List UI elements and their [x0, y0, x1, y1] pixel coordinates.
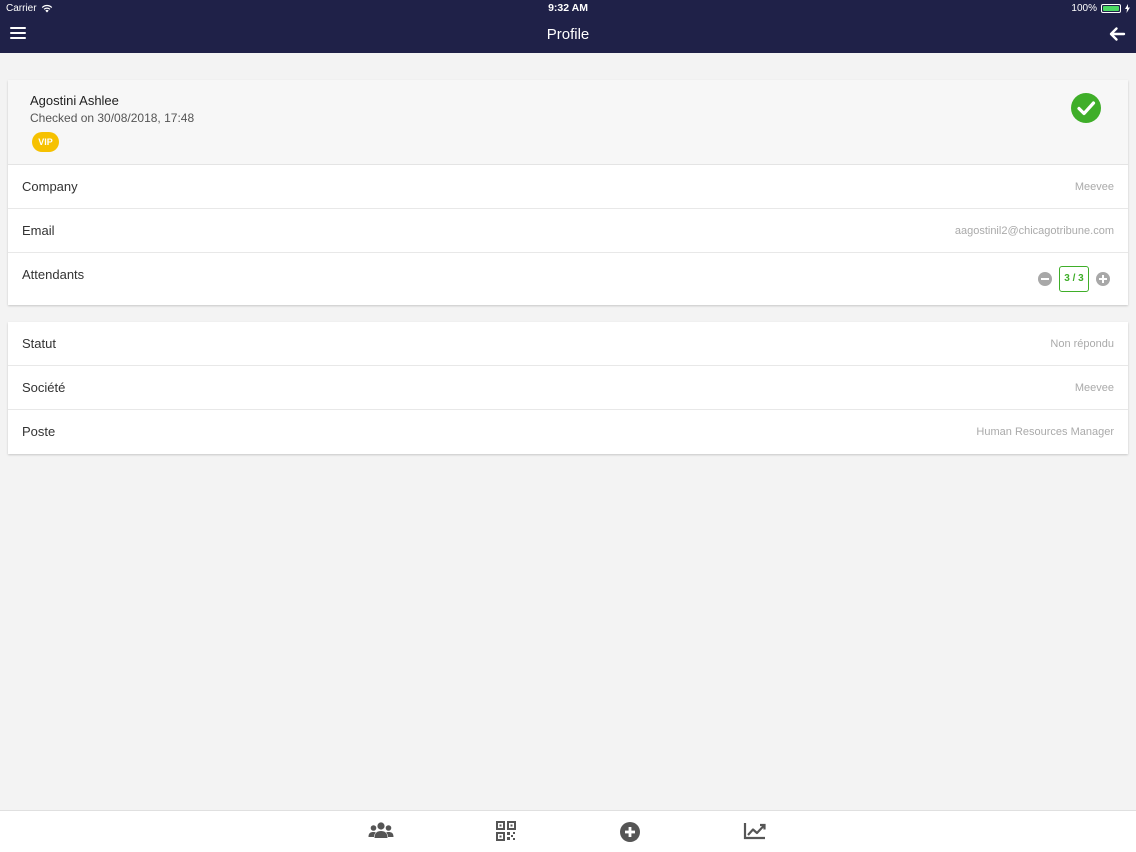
- attendants-count: 3 / 3: [1059, 266, 1089, 292]
- battery-info: 100%: [1071, 0, 1130, 17]
- email-row: Email aagostinil2@chicagotribune.com: [8, 209, 1128, 253]
- navigation-bar: Profile: [0, 17, 1136, 53]
- check-circle-icon[interactable]: [1071, 93, 1101, 123]
- increment-button[interactable]: [1096, 272, 1110, 286]
- bottom-tab-bar: [0, 810, 1136, 852]
- attendants-stepper: 3 / 3: [1038, 266, 1110, 292]
- attendants-label: Attendants: [22, 267, 85, 282]
- plus-circle-icon[interactable]: [619, 821, 645, 843]
- profile-header: Agostini Ashlee Checked on 30/08/2018, 1…: [8, 80, 1128, 165]
- checked-timestamp: Checked on 30/08/2018, 17:48: [30, 111, 195, 125]
- charging-icon: [1125, 4, 1130, 13]
- statut-row: Statut Non répondu: [8, 322, 1128, 366]
- profile-card: Agostini Ashlee Checked on 30/08/2018, 1…: [8, 80, 1128, 305]
- societe-row: Société Meevee: [8, 366, 1128, 410]
- fields-card: Statut Non répondu Société Meevee Poste …: [8, 322, 1128, 454]
- poste-value: Human Resources Manager: [976, 426, 1114, 438]
- poste-row: Poste Human Resources Manager: [8, 410, 1128, 454]
- profile-name: Agostini Ashlee: [30, 93, 119, 108]
- statut-label: Statut: [22, 336, 56, 351]
- vip-badge: VIP: [32, 132, 59, 152]
- statut-value: Non répondu: [1050, 338, 1114, 350]
- arrow-left-icon[interactable]: [1108, 25, 1126, 43]
- battery-icon: [1101, 4, 1121, 13]
- users-icon[interactable]: [368, 821, 394, 843]
- attendants-row: Attendants 3 / 3: [8, 253, 1128, 305]
- email-value: aagostinil2@chicagotribune.com: [954, 225, 1114, 237]
- company-label: Company: [22, 179, 78, 194]
- qr-code-icon[interactable]: [496, 821, 522, 843]
- status-bar: Carrier 9:32 AM 100%: [0, 0, 1136, 17]
- societe-value: Meevee: [1074, 382, 1114, 394]
- decrement-button[interactable]: [1038, 272, 1052, 286]
- poste-label: Poste: [22, 424, 56, 439]
- top-bar: Carrier 9:32 AM 100% Profile: [0, 0, 1136, 53]
- email-label: Email: [22, 223, 55, 238]
- company-row: Company Meevee: [8, 165, 1128, 209]
- chart-line-icon[interactable]: [743, 821, 769, 843]
- battery-percent: 100%: [1071, 3, 1097, 14]
- company-value: Meevee: [1074, 181, 1114, 193]
- page-title: Profile: [546, 26, 590, 43]
- societe-label: Société: [22, 380, 66, 395]
- status-time: 9:32 AM: [548, 2, 588, 14]
